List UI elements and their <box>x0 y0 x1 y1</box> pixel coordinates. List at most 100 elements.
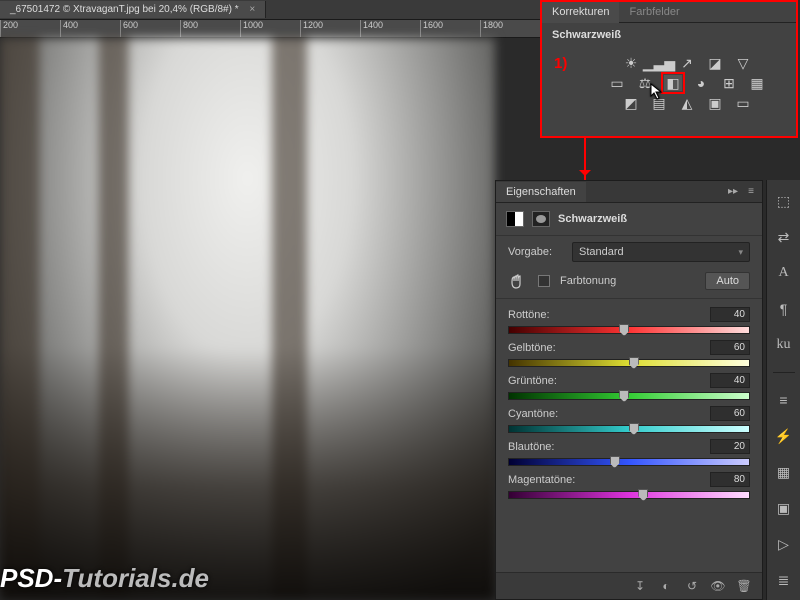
ruler-tick: 200 <box>0 20 60 37</box>
kuler-panel-icon[interactable]: ku <box>773 334 795 356</box>
ruler-tick: 800 <box>180 20 240 37</box>
ruler-tick: 600 <box>120 20 180 37</box>
targeted-adjust-tool-icon[interactable] <box>508 272 528 290</box>
close-icon[interactable]: × <box>249 4 255 15</box>
slider-label: Grüntöne: <box>508 375 557 387</box>
levels-icon[interactable]: ▁▃▅ <box>650 55 668 71</box>
invert-icon[interactable]: ◩ <box>622 95 640 111</box>
slider-value-input[interactable]: 80 <box>710 472 750 487</box>
ruler-tick: 1400 <box>360 20 420 37</box>
properties-panel: Eigenschaften ▸▸ ≡ Schwarzweiß Vorgabe: … <box>495 180 763 600</box>
slider-track[interactable] <box>508 359 750 367</box>
photo-filter-icon[interactable]: ◕ <box>692 75 710 91</box>
slider-value-input[interactable]: 40 <box>710 373 750 388</box>
lightning-panel-icon[interactable]: ⚡ <box>773 425 795 447</box>
slider-label: Cyantöne: <box>508 408 558 420</box>
balance-icon[interactable]: ⚖ <box>636 75 654 91</box>
slider-label: Magentatöne: <box>508 474 575 486</box>
reset-icon[interactable]: ↺ <box>684 579 700 593</box>
adjustments-panel-callout: Korrekturen Farbfelder Schwarzweiß 1) ☀ ▁… <box>540 0 798 138</box>
clip-to-layer-icon[interactable]: ↧ <box>632 579 648 593</box>
horizontal-ruler: 2004006008001000120014001600180020002200… <box>0 20 540 38</box>
swap-panel-icon[interactable]: ⇄ <box>773 226 795 248</box>
collapse-icon[interactable]: ▸▸ <box>726 185 740 199</box>
slider-row: Cyantöne: 60 <box>496 402 762 435</box>
panel-menu-icon[interactable]: ≡ <box>744 185 758 199</box>
slider-value-input[interactable]: 40 <box>710 307 750 322</box>
3d-panel-icon[interactable]: ⬚ <box>773 190 795 212</box>
brightness-icon[interactable]: ☀ <box>622 55 640 71</box>
watermark: PSD-Tutorials.de <box>0 563 209 594</box>
ruler-tick: 400 <box>60 20 120 37</box>
tutorial-arrow <box>584 138 586 180</box>
play-panel-icon[interactable]: ▷ <box>773 533 795 555</box>
watermark-pre: PSD- <box>0 563 62 593</box>
exposure-icon[interactable]: ◪ <box>706 55 724 71</box>
tab-eigenschaften[interactable]: Eigenschaften <box>496 182 586 202</box>
properties-footer: ↧ ◐ ↺ 👁 🗑 <box>496 572 762 599</box>
preset-row: Vorgabe: Standard ▾ <box>496 236 762 268</box>
bw-sliders: Rottöne:40Gelbtöne:60Grüntöne:40Cyantöne… <box>496 299 762 507</box>
watermark-post: Tutorials.de <box>62 563 209 593</box>
preset-value: Standard <box>579 246 624 258</box>
grid2-panel-icon[interactable]: ▦ <box>773 461 795 483</box>
vibrance-icon[interactable]: ▽ <box>734 55 752 71</box>
align-panel-icon[interactable]: ≡ <box>773 389 795 411</box>
color-lookup-icon[interactable]: ▦ <box>748 75 766 91</box>
tutorial-step-label: 1) <box>554 55 567 72</box>
previous-state-icon[interactable]: ◐ <box>658 579 674 593</box>
type-panel-icon[interactable]: A <box>773 262 795 284</box>
slider-thumb[interactable] <box>610 456 620 468</box>
canvas-image[interactable] <box>0 38 495 600</box>
adjustment-header: Schwarzweiß <box>496 203 762 236</box>
slider-track[interactable] <box>508 491 750 499</box>
selective-color-icon[interactable]: ▣ <box>706 95 724 111</box>
tint-row: Farbtonung Auto <box>496 268 762 299</box>
image-panel-icon[interactable]: ▣ <box>773 497 795 519</box>
slider-thumb[interactable] <box>619 324 629 336</box>
tint-checkbox[interactable] <box>538 275 550 287</box>
bw-adjustment-icon[interactable] <box>506 211 524 227</box>
preset-label: Vorgabe: <box>508 246 564 258</box>
chevron-updown-icon: ▾ <box>738 247 743 258</box>
curves-icon[interactable]: ↗ <box>678 55 696 71</box>
slider-row: Grüntöne: 40 <box>496 369 762 402</box>
gradient-map-icon[interactable]: ▭ <box>734 95 752 111</box>
tint-label: Farbtonung <box>560 275 616 287</box>
properties-tab-row: Eigenschaften ▸▸ ≡ <box>496 181 762 203</box>
posterize-icon[interactable]: ▤ <box>650 95 668 111</box>
menu-panel-icon[interactable]: ≣ <box>773 569 795 591</box>
adjustments-hover-title: Schwarzweiß <box>542 23 796 47</box>
auto-button[interactable]: Auto <box>705 272 750 290</box>
ruler-tick: 1000 <box>240 20 300 37</box>
slider-thumb[interactable] <box>619 390 629 402</box>
adjustments-panel-tabs: Korrekturen Farbfelder <box>542 2 796 23</box>
slider-row: Magentatöne: 80 <box>496 468 762 501</box>
slider-value-input[interactable]: 60 <box>710 406 750 421</box>
tab-farbfelder[interactable]: Farbfelder <box>619 2 689 22</box>
tab-korrekturen[interactable]: Korrekturen <box>542 2 619 23</box>
slider-track[interactable] <box>508 326 750 334</box>
hue-sat-icon[interactable]: ▭ <box>608 75 626 91</box>
slider-track[interactable] <box>508 425 750 433</box>
slider-value-input[interactable]: 60 <box>710 340 750 355</box>
visibility-icon[interactable]: 👁 <box>710 579 726 593</box>
document-tab[interactable]: _67501472 © XtravaganT.jpg bei 20,4% (RG… <box>0 1 266 18</box>
bw-icon[interactable]: ◧ <box>664 75 682 91</box>
slider-row: Rottöne: 40 <box>496 303 762 336</box>
slider-value-input[interactable]: 20 <box>710 439 750 454</box>
slider-label: Rottöne: <box>508 309 550 321</box>
channel-mixer-icon[interactable]: ⊞ <box>720 75 738 91</box>
preset-select[interactable]: Standard ▾ <box>572 242 750 262</box>
slider-row: Blautöne: 20 <box>496 435 762 468</box>
slider-thumb[interactable] <box>629 423 639 435</box>
slider-label: Blautöne: <box>508 441 554 453</box>
slider-thumb[interactable] <box>629 357 639 369</box>
threshold-icon[interactable]: ◭ <box>678 95 696 111</box>
layer-mask-icon[interactable] <box>532 211 550 227</box>
slider-track[interactable] <box>508 458 750 466</box>
slider-thumb[interactable] <box>638 489 648 501</box>
paragraph-panel-icon[interactable]: ¶ <box>773 298 795 320</box>
delete-icon[interactable]: 🗑 <box>736 579 752 593</box>
slider-track[interactable] <box>508 392 750 400</box>
